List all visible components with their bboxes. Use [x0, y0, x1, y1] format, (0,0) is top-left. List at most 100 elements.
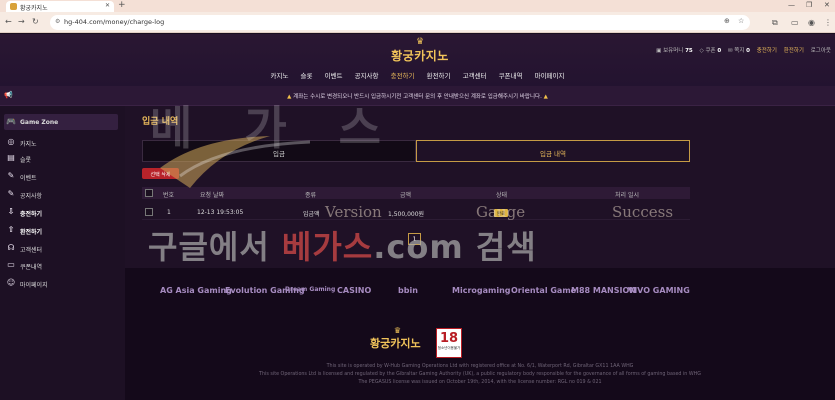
nav-mypage[interactable]: 마이페이지 — [535, 70, 565, 80]
provider-logos: AG Asia Gaming Evolution Gaming Dream Ga… — [125, 280, 835, 306]
coupon-label[interactable]: 쿠폰 — [705, 48, 715, 54]
coupon-value: 0 — [717, 48, 722, 54]
site-header: ♛ 황궁카지노 ▣ 보유머니 75 ◇ 쿠폰 0 ✉ 쪽지 0 충전하기 환전하… — [0, 34, 835, 86]
provider-logo: bbin — [398, 286, 418, 295]
footer-logo-text: 황궁카지노 — [370, 337, 421, 350]
nav-notice[interactable]: 공지사항 — [355, 70, 379, 80]
sidebar-item-mypage[interactable]: ☺ 마이페이지 — [4, 275, 118, 291]
pencil-icon: ✎ — [7, 189, 15, 198]
sidebar-item-label: 이벤트 — [20, 175, 37, 182]
provider-logo: VIVO GAMING — [628, 286, 690, 295]
tab-deposit-history[interactable]: 입금 내역 — [416, 140, 690, 162]
provider-logo: CASINO — [337, 286, 372, 295]
sidebar: 🎮 Game Zone ◎ 카지노 ▤ 슬롯 ✎ 이벤트 ✎ 공지사항 ⇩ 충전하기 ⇧ 환전… — [0, 106, 125, 400]
notice-bar: 📢 ▲ 계좌는 수시로 변경되오니 반드시 입금하시기전 고객센터 문의 후 안… — [0, 86, 835, 106]
wallet-icon: ▣ — [656, 48, 662, 54]
profile-icon[interactable]: ◉ — [808, 18, 815, 27]
watermark-search-suffix: .com 검색 — [373, 228, 537, 266]
sidebar-item-label: 마이페이지 — [20, 282, 48, 289]
watermark-version: Version — [325, 203, 382, 221]
gamepad-icon: 🎮 — [6, 117, 16, 126]
sidebar-item-slot[interactable]: ▤ 슬롯 — [4, 150, 118, 166]
provider-logo: Oriental Game — [511, 286, 577, 295]
sidebar-item-gamezone[interactable]: 🎮 Game Zone — [4, 114, 118, 130]
browser-toolbar: ← → ↻ ⚙ hg-404.com/money/charge-log ⊕ ☆ … — [0, 12, 835, 33]
message-label[interactable]: 쪽지 — [734, 48, 744, 54]
footer-logo: ♛ 황궁카지노 — [370, 326, 425, 351]
headset-icon: ☊ — [7, 243, 15, 252]
sidepanel-icon[interactable]: ▭ — [791, 18, 799, 27]
menu-icon[interactable]: ⋮ — [824, 18, 832, 27]
sidebar-item-label: 슬롯 — [20, 157, 32, 164]
provider-logo: M88 MANSION — [571, 286, 636, 295]
provider-logo: Dream Gaming — [285, 286, 336, 293]
site-logo[interactable]: ♛ 황궁카지노 — [385, 38, 455, 64]
new-tab-icon[interactable]: + — [118, 0, 126, 10]
main-nav: 카지노 슬롯 이벤트 공지사항 충전하기 환전하기 고객센터 쿠폰내역 마이페이… — [0, 70, 835, 80]
watermark-search: 구글에서 베가스.com 검색 — [148, 222, 537, 268]
watermark-title: 베 가 스 — [150, 101, 399, 155]
header-charge-link[interactable]: 충전하기 — [757, 48, 777, 54]
chip-icon: ◎ — [7, 137, 15, 146]
sidebar-item-casino[interactable]: ◎ 카지노 — [4, 134, 118, 150]
row-checkbox[interactable] — [145, 208, 153, 216]
nav-event[interactable]: 이벤트 — [325, 70, 343, 80]
logo-text: 황궁카지노 — [391, 49, 449, 63]
pencil-icon: ✎ — [7, 171, 15, 180]
nav-support[interactable]: 고객센터 — [463, 70, 487, 80]
user-bar: ▣ 보유머니 75 ◇ 쿠폰 0 ✉ 쪽지 0 충전하기 환전하기 로그아웃 — [656, 46, 831, 54]
watermark-gauge: Gauge — [476, 203, 526, 221]
message-value: 0 — [746, 48, 750, 54]
sidebar-item-label: 고객센터 — [20, 247, 43, 254]
bookmark-star-icon[interactable]: ☆ — [738, 17, 744, 25]
select-all-checkbox[interactable] — [145, 189, 153, 197]
coupon-icon: ◇ — [699, 48, 704, 54]
cell-no: 1 — [167, 209, 171, 216]
watermark-success: Success — [612, 203, 674, 221]
table-row: 1 12-13 19:53:05 입금액 1,500,000원 완료 — [142, 206, 690, 220]
nav-slot[interactable]: 슬롯 — [301, 70, 313, 80]
sidebar-item-notice[interactable]: ✎ 공지사항 — [4, 186, 118, 202]
back-icon[interactable]: ← — [5, 17, 12, 26]
sidebar-item-withdraw[interactable]: ⇧ 환전하기 — [4, 222, 118, 238]
nav-withdraw[interactable]: 환전하기 — [427, 70, 451, 80]
deposit-icon: ⇩ — [7, 207, 15, 216]
sidebar-item-charge[interactable]: ⇩ 충전하기 — [4, 204, 118, 220]
sidebar-item-label: 충전하기 — [20, 211, 43, 218]
watermark-search-brand: 베가스 — [281, 228, 374, 266]
forward-icon[interactable]: → — [18, 17, 25, 26]
cell-type: 입금액 — [303, 211, 320, 218]
provider-logo: AG Asia Gaming — [160, 286, 232, 295]
url-text: hg-404.com/money/charge-log — [64, 18, 165, 26]
extensions-icon[interactable]: ⧉ — [772, 18, 778, 28]
minimize-icon[interactable]: — — [788, 1, 795, 9]
legal-line: The PEGASUS license was issued on Octobe… — [358, 380, 602, 385]
crown-icon: ♛ — [393, 326, 402, 335]
header-withdraw-link[interactable]: 환전하기 — [784, 48, 804, 54]
user-icon: ☺ — [6, 278, 16, 287]
sidebar-item-label: 환전하기 — [20, 229, 43, 236]
sidebar-item-support[interactable]: ☊ 고객센터 — [4, 240, 118, 256]
favicon-icon — [10, 3, 17, 10]
sidebar-item-coupon[interactable]: ▭ 쿠폰내역 — [4, 257, 118, 273]
nav-casino[interactable]: 카지노 — [270, 70, 288, 80]
logout-link[interactable]: 로그아웃 — [811, 48, 831, 54]
coupon-icon: ▭ — [7, 260, 15, 269]
close-window-icon[interactable]: ✕ — [824, 1, 830, 9]
legal-line: This site is operated by W-Hub Gaming Op… — [326, 364, 634, 369]
crown-icon: ♛ — [415, 37, 425, 47]
site-info-icon[interactable]: ⚙ — [55, 18, 60, 25]
browser-tab[interactable]: 황궁카지노 ✕ — [6, 1, 114, 12]
nav-charge[interactable]: 충전하기 — [391, 70, 415, 80]
reload-icon[interactable]: ↻ — [32, 17, 39, 26]
sidebar-item-label: 카지노 — [20, 141, 37, 148]
nav-coupon[interactable]: 쿠폰내역 — [499, 70, 523, 80]
maximize-icon[interactable]: ❐ — [806, 1, 812, 9]
mail-icon: ✉ — [727, 48, 733, 54]
legal-line: This site Operations Ltd is licensed and… — [259, 372, 701, 377]
close-tab-icon[interactable]: ✕ — [105, 2, 110, 9]
address-bar[interactable]: ⚙ hg-404.com/money/charge-log ⊕ ☆ — [50, 15, 750, 30]
sidebar-item-label: 쿠폰내역 — [20, 264, 43, 271]
sidebar-item-event[interactable]: ✎ 이벤트 — [4, 168, 118, 184]
translate-icon[interactable]: ⊕ — [724, 17, 730, 25]
